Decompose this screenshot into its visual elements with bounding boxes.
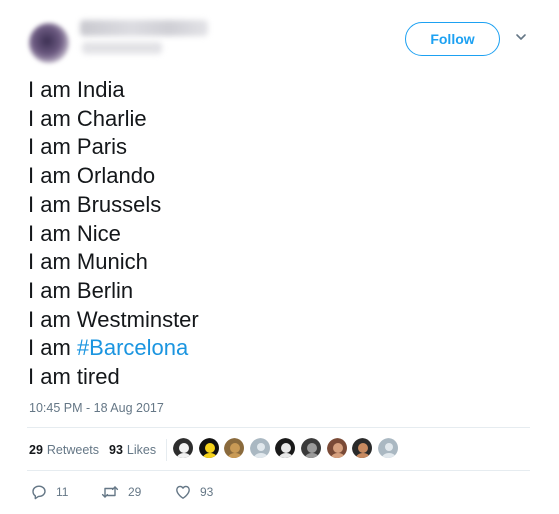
tweet-line: I am Nice xyxy=(28,220,121,246)
tweet-actions: 11 29 93 xyxy=(31,484,213,500)
tweet-line: I am India xyxy=(28,77,125,102)
like-count: 93 xyxy=(200,485,214,499)
tweet-line-hashtag: I am #Barcelona xyxy=(28,334,199,363)
follow-button-label: Follow xyxy=(430,31,475,47)
liker-avatar[interactable] xyxy=(248,437,271,459)
tweet-line: I am tired xyxy=(28,364,120,390)
reply-button[interactable]: 11 xyxy=(31,484,101,500)
hashtag-link[interactable]: #Barcelona xyxy=(77,335,188,360)
liker-avatar[interactable] xyxy=(274,437,297,459)
likes-count: 93 xyxy=(109,443,123,457)
tweet-card: Follow I am India I am Charlie I am Pari… xyxy=(0,0,559,514)
liker-avatar[interactable] xyxy=(351,437,374,459)
chevron-down-icon[interactable] xyxy=(514,30,528,44)
stats-separator xyxy=(166,439,168,461)
tweet-line: I am Orlando xyxy=(28,163,156,189)
reply-icon xyxy=(32,485,46,500)
retweet-icon xyxy=(101,486,119,498)
liker-avatar[interactable] xyxy=(223,437,246,459)
tweet-line: I am Berlin xyxy=(28,277,134,303)
tweet-timestamp[interactable]: 10:45 PM - 18 Aug 2017 xyxy=(29,401,164,415)
retweet-count: 29 xyxy=(128,485,142,499)
liker-avatars xyxy=(172,437,402,459)
tweet-line: I am Munich xyxy=(28,249,148,275)
liker-avatar[interactable] xyxy=(197,437,220,459)
tweet-line-prefix: I am xyxy=(28,335,71,361)
retweets-label: Retweets xyxy=(46,443,100,457)
retweet-button[interactable]: 29 xyxy=(101,484,175,500)
author-avatar[interactable] xyxy=(29,23,69,63)
liker-avatar[interactable] xyxy=(325,437,348,459)
author-handle-blurred[interactable] xyxy=(82,42,162,54)
retweets-stat[interactable]: 29 Retweets xyxy=(29,443,99,457)
tweet-stats: 29 Retweets 93 Likes xyxy=(29,439,168,461)
divider xyxy=(27,427,530,428)
tweet-line: I am Paris xyxy=(28,134,128,160)
liker-avatar[interactable] xyxy=(172,437,194,459)
tweet-text: I am India I am Charlie I am Paris I am … xyxy=(28,76,199,392)
liker-avatar[interactable] xyxy=(376,437,399,459)
likes-label: Likes xyxy=(126,443,157,457)
tweet-line: I am Westminster xyxy=(28,306,199,332)
follow-button[interactable]: Follow xyxy=(405,22,500,56)
retweets-count: 29 xyxy=(29,443,43,457)
reply-count: 11 xyxy=(56,485,69,499)
heart-icon xyxy=(176,485,190,499)
like-button[interactable]: 93 xyxy=(175,484,213,500)
divider xyxy=(27,470,530,471)
author-name-blurred[interactable] xyxy=(80,20,208,36)
tweet-line: I am Charlie xyxy=(28,105,147,131)
tweet-line: I am Brussels xyxy=(28,191,162,217)
likes-stat[interactable]: 93 Likes xyxy=(109,443,156,457)
liker-avatar[interactable] xyxy=(299,437,322,459)
